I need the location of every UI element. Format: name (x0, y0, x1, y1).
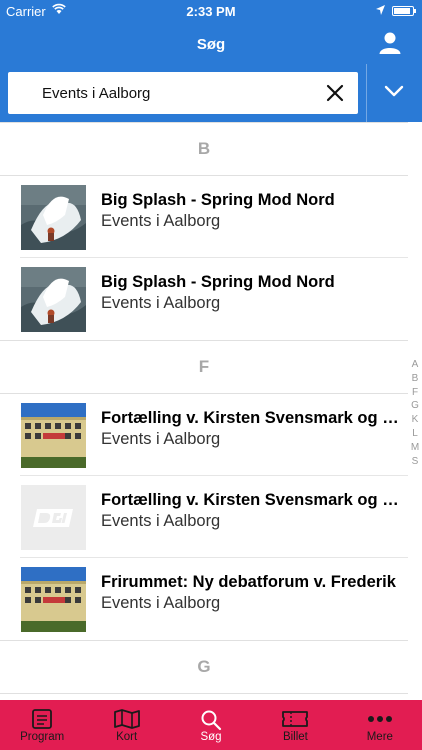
tab-mere[interactable]: Mere (338, 700, 422, 750)
list-item[interactable]: Frirummet: Ny debatforum v. Frederik Eve… (0, 558, 408, 640)
filter-dropdown-button[interactable] (367, 64, 422, 122)
search-bar (0, 64, 422, 122)
chevron-down-icon (384, 85, 404, 97)
page-title: Søg (196, 36, 226, 53)
top-bar: Carrier 2:33 PM Søg (0, 0, 422, 64)
map-icon (113, 709, 140, 729)
close-icon[interactable] (326, 84, 344, 102)
event-thumbnail (21, 567, 86, 632)
event-thumbnail (21, 185, 86, 250)
event-title: Frirummet: Ny debatforum v. Frederik (101, 573, 396, 591)
index-letter-b[interactable]: B (408, 372, 422, 386)
results-list[interactable]: B Big Splash - Spring Mod Nord Events i … (0, 122, 408, 700)
index-letter-l[interactable]: L (408, 427, 422, 441)
list-item[interactable]: Fortælling v. Kirsten Svensmark og Kim M… (0, 394, 408, 476)
section-header-f: F (0, 340, 408, 394)
tab-soeg[interactable]: Søg (169, 700, 253, 750)
ticket-icon (282, 711, 309, 727)
location-arrow-icon (376, 5, 385, 15)
tab-label: Søg (200, 731, 222, 743)
index-letter-m[interactable]: M (408, 441, 422, 455)
event-title: Fortælling v. Kirsten Svensmark og Kim M… (101, 409, 399, 427)
index-letter-k[interactable]: K (408, 413, 422, 427)
index-letter-s[interactable]: S (408, 455, 422, 469)
index-letter-a[interactable]: A (408, 358, 422, 372)
event-title: Fortælling v. Kirsten Svensmark og Kim M… (101, 491, 399, 509)
event-thumbnail (21, 403, 86, 468)
list-item[interactable]: Fortælling v. Kirsten Svensmark og Kim M… (0, 476, 408, 558)
event-title: Big Splash - Spring Mod Nord (101, 273, 335, 291)
event-title: Big Splash - Spring Mod Nord (101, 191, 335, 209)
user-icon[interactable] (378, 32, 402, 54)
battery-icon (392, 6, 416, 16)
search-box (8, 72, 358, 114)
event-thumbnail (21, 267, 86, 332)
tab-label: Kort (116, 731, 138, 743)
status-time: 2:33 PM (186, 4, 236, 19)
list-item[interactable]: Big Splash - Spring Mod Nord Events i Aa… (0, 258, 408, 340)
search-input[interactable] (42, 72, 312, 114)
search-icon (201, 710, 222, 731)
program-icon (32, 709, 53, 729)
dgi-logo (21, 485, 86, 550)
event-subtitle: Events i Aalborg (101, 594, 221, 612)
section-header-g: G (0, 640, 408, 694)
section-header-b: B (0, 122, 408, 176)
event-subtitle: Events i Aalborg (101, 212, 221, 230)
tab-label: Program (20, 731, 65, 743)
tab-program[interactable]: Program (0, 700, 84, 750)
event-thumbnail (21, 485, 86, 550)
event-subtitle: Events i Aalborg (101, 294, 221, 312)
section-index[interactable]: A B F G K L M S (408, 358, 422, 468)
index-letter-f[interactable]: F (408, 386, 422, 400)
tab-bar: Program Kort Søg Billet Mere (0, 700, 422, 750)
more-icon (367, 716, 392, 722)
tab-label: Billet (282, 731, 308, 743)
tab-label: Mere (366, 731, 393, 743)
event-subtitle: Events i Aalborg (101, 430, 221, 448)
tab-kort[interactable]: Kort (84, 700, 168, 750)
tab-billet[interactable]: Billet (253, 700, 337, 750)
index-letter-g[interactable]: G (408, 399, 422, 413)
list-item[interactable]: Big Splash - Spring Mod Nord Events i Aa… (0, 176, 408, 258)
event-subtitle: Events i Aalborg (101, 512, 221, 530)
status-bar: Carrier 2:33 PM (0, 0, 422, 22)
